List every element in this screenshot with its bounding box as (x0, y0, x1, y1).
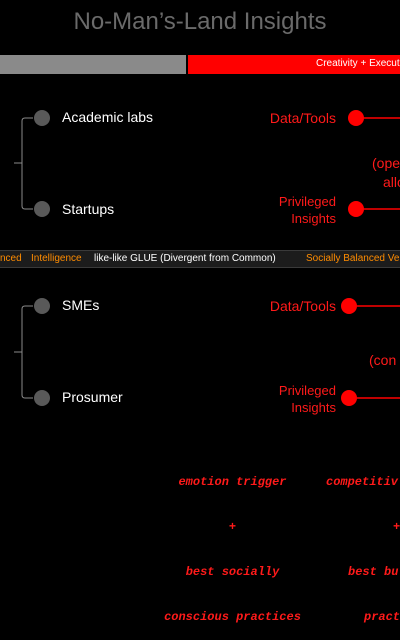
paren-text-1b: allo (383, 174, 400, 190)
node-privileged-2 (341, 390, 357, 406)
paren-text-1a: (ope (372, 155, 400, 171)
node-academic-labs (34, 110, 50, 126)
insights-line-2: Insights (291, 400, 336, 415)
label-data-tools-2: Data/Tools (269, 298, 336, 314)
node-data-tools-1 (348, 110, 364, 126)
node-data-tools-2 (341, 298, 357, 314)
bottom-right-text: competitiv + best bu pract (326, 445, 400, 640)
paren-text-2: (con (369, 352, 397, 368)
section1-bracket (21, 117, 33, 210)
label-prosumer: Prosumer (62, 389, 123, 405)
section2-bracket (21, 305, 33, 399)
label-academic-labs: Academic labs (62, 109, 154, 125)
bottom-left-line-3: best socially (185, 565, 280, 579)
insights-line-1: Insights (291, 211, 336, 226)
label-data-tools-1: Data/Tools (269, 110, 336, 126)
bottom-left-line-2: + (228, 520, 237, 534)
node-startups (34, 201, 50, 217)
bottom-right-line-4: pract (364, 610, 400, 624)
label-privileged-insights-1: Privileged Insights (279, 193, 336, 227)
node-smes (34, 298, 50, 314)
glue-bar: nced Intelligence like-like GLUE (Diverg… (0, 250, 400, 268)
glue-left-text: nced (0, 253, 22, 264)
bottom-right-line-1: competitiv (326, 475, 399, 489)
glue-middle-text: like-like GLUE (Divergent from Common) (94, 253, 276, 264)
bottom-left-text: emotion trigger + best socially consciou… (145, 445, 320, 640)
bottom-right-line-2: + (393, 520, 400, 534)
label-smes: SMEs (62, 297, 100, 313)
label-privileged-insights-2: Privileged Insights (279, 382, 336, 416)
node-privileged-1 (348, 201, 364, 217)
glue-intelligence-text: Intelligence (31, 253, 82, 264)
privileged-line-1: Privileged (278, 194, 336, 209)
privileged-line-2: Privileged (278, 383, 336, 398)
node-prosumer (34, 390, 50, 406)
glue-right-text: Socially Balanced Ve (306, 253, 400, 264)
label-startups: Startups (62, 201, 115, 217)
bottom-left-line-4: conscious practices (164, 610, 301, 624)
bottom-left-line-1: emotion trigger (178, 475, 287, 489)
bottom-right-line-3: best bu (348, 565, 399, 579)
